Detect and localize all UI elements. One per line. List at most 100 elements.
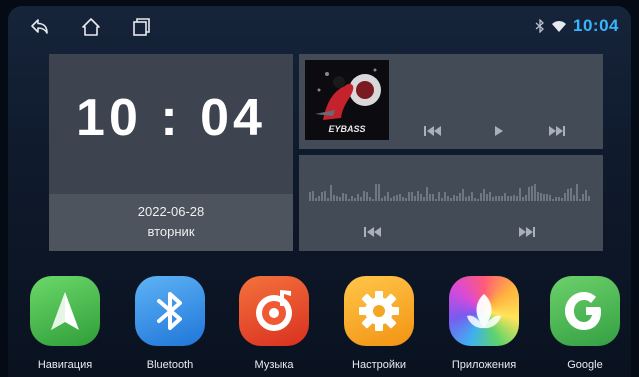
- eq-bar: [459, 193, 461, 201]
- eq-bar: [399, 194, 401, 201]
- eq-bar: [330, 185, 332, 201]
- eq-bar: [501, 196, 503, 201]
- eq-bar: [423, 197, 425, 201]
- eq-bar: [309, 192, 311, 201]
- app-bluetooth[interactable]: Bluetooth: [125, 276, 215, 371]
- app-label: Навигация: [37, 359, 93, 371]
- google-icon[interactable]: [550, 276, 620, 346]
- navigation-icon[interactable]: [30, 276, 100, 346]
- next-button[interactable]: [547, 124, 567, 138]
- eq-bar: [396, 195, 398, 201]
- clock-date: 2022-06-28: [137, 204, 205, 219]
- eq-bar: [417, 191, 419, 201]
- eq-bar: [372, 199, 374, 201]
- previous-button[interactable]: [423, 124, 443, 138]
- eq-bar: [363, 191, 365, 201]
- eq-bar: [420, 194, 422, 201]
- apps-icon[interactable]: [449, 276, 519, 346]
- settings-icon[interactable]: [344, 276, 414, 346]
- next-icon: [519, 227, 535, 237]
- eq-bar: [531, 186, 533, 201]
- app-label: Приложения: [451, 359, 517, 371]
- eq-bar: [450, 198, 452, 201]
- eq-bar: [441, 198, 443, 201]
- eq-bar: [444, 192, 446, 201]
- back-icon[interactable]: [28, 16, 50, 38]
- eq-bar: [546, 194, 548, 201]
- eq-bar: [540, 193, 542, 201]
- app-label: Музыка: [254, 359, 294, 371]
- app-navigation[interactable]: Навигация: [20, 276, 110, 371]
- app-google[interactable]: Google: [540, 276, 630, 371]
- eq-bar: [381, 198, 383, 201]
- eq-bar: [549, 195, 551, 201]
- radio-previous-button[interactable]: [363, 225, 383, 239]
- eq-bar: [465, 197, 467, 201]
- bluetooth-icon[interactable]: [135, 276, 205, 346]
- eq-bar: [516, 196, 518, 201]
- eq-bar: [453, 195, 455, 201]
- eq-bar: [336, 196, 338, 201]
- eq-bar: [432, 194, 434, 201]
- clock-widget[interactable]: 10 : 04 2022-06-28 вторник: [49, 54, 293, 251]
- music-icon[interactable]: [239, 276, 309, 346]
- app-dock: Навигация Bluetooth Музыка Настройки При…: [8, 276, 631, 377]
- eq-bar: [324, 191, 326, 201]
- eq-bar: [510, 196, 512, 201]
- eq-bar: [339, 197, 341, 201]
- eq-bar: [498, 196, 500, 201]
- launcher-screen: 10:04 10 : 04 2022-06-28 вторник EYBASS: [8, 6, 631, 377]
- eq-bar: [315, 198, 317, 201]
- eq-bar: [327, 198, 329, 201]
- eq-bar: [552, 199, 554, 201]
- eq-bar: [369, 197, 371, 201]
- eq-bar: [435, 199, 437, 201]
- eq-bar: [477, 199, 479, 201]
- next-icon: [549, 126, 565, 136]
- radio-widget[interactable]: [299, 155, 603, 251]
- eq-bar: [528, 187, 530, 201]
- eq-bar: [405, 198, 407, 201]
- clock-weekday: вторник: [147, 224, 195, 239]
- recent-apps-icon[interactable]: [130, 16, 152, 38]
- previous-icon: [364, 227, 381, 237]
- eq-bar: [495, 196, 497, 201]
- eq-bar: [570, 188, 572, 201]
- eq-bar: [312, 191, 314, 201]
- equalizer-visualizer: [309, 184, 590, 201]
- app-music[interactable]: Музыка: [229, 276, 319, 371]
- home-icon[interactable]: [80, 16, 102, 38]
- eq-bar: [525, 195, 527, 201]
- app-settings[interactable]: Настройки: [334, 276, 424, 371]
- eq-bar: [561, 198, 563, 201]
- eq-bar: [486, 194, 488, 201]
- eq-bar: [351, 196, 353, 201]
- eq-bar: [345, 194, 347, 201]
- app-applications[interactable]: Приложения: [439, 276, 529, 371]
- eq-bar: [360, 197, 362, 201]
- album-art[interactable]: EYBASS: [305, 60, 389, 140]
- eq-bar: [411, 192, 413, 201]
- previous-icon: [424, 126, 441, 136]
- eq-bar: [438, 192, 440, 201]
- eq-bar: [384, 196, 386, 201]
- eq-bar: [519, 188, 521, 201]
- eq-bar: [588, 196, 590, 201]
- eq-bar: [585, 190, 587, 201]
- date-strip: 2022-06-28 вторник: [49, 194, 293, 251]
- music-widget[interactable]: EYBASS: [299, 54, 603, 149]
- eq-bar: [414, 196, 416, 201]
- eq-bar: [408, 192, 410, 201]
- status-bar: 10:04: [8, 6, 631, 46]
- eq-bar: [447, 196, 449, 201]
- eq-bar: [402, 197, 404, 201]
- eq-bar: [357, 194, 359, 201]
- clock-time: 10 : 04: [76, 89, 266, 147]
- radio-next-button[interactable]: [517, 225, 537, 239]
- eq-bar: [537, 192, 539, 201]
- eq-bar: [393, 196, 395, 201]
- play-button[interactable]: [489, 124, 509, 138]
- eq-bar: [390, 198, 392, 201]
- eq-bar: [375, 184, 377, 201]
- status-clock: 10:04: [573, 16, 619, 35]
